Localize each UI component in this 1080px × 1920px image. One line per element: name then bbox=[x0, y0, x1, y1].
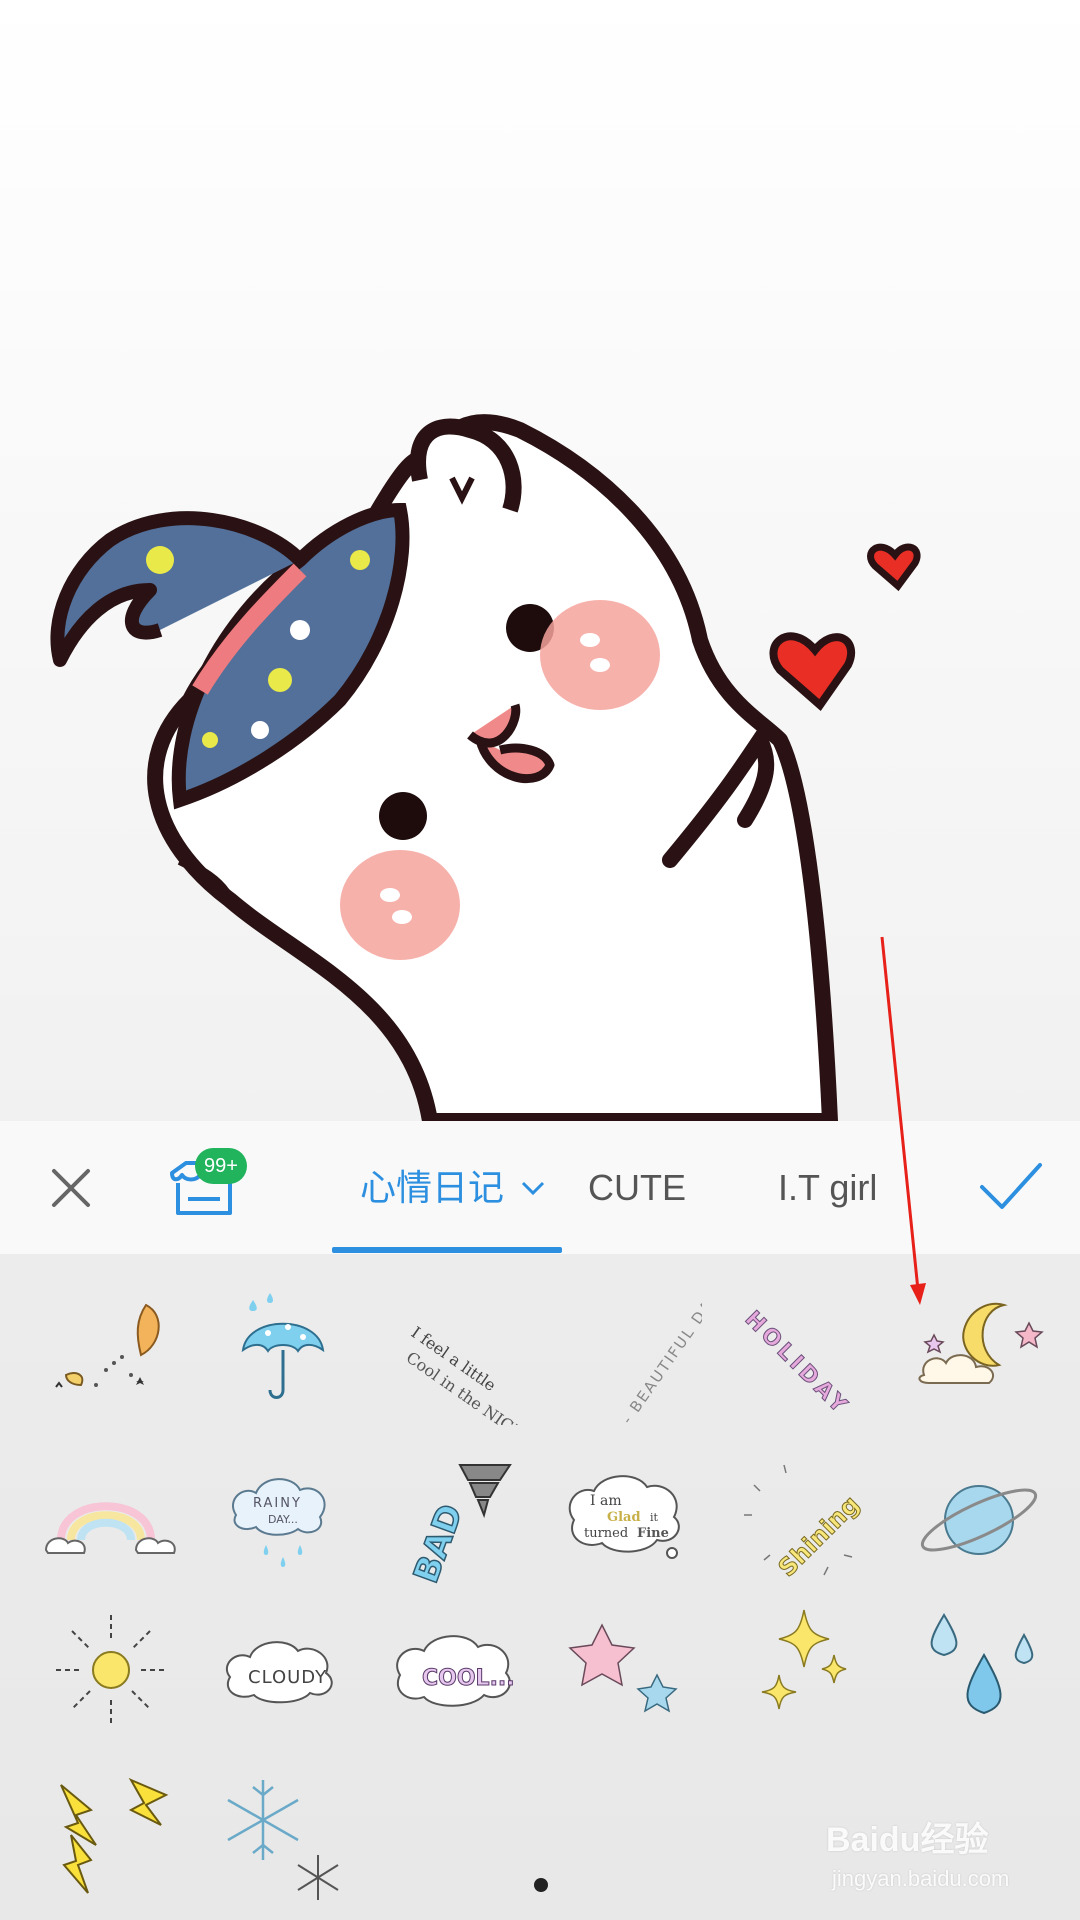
svg-text:Glad: Glad bbox=[607, 1510, 641, 1525]
tab-it-girl[interactable]: I.T girl bbox=[778, 1121, 877, 1254]
sticker-raindrops[interactable] bbox=[904, 1595, 1054, 1745]
sticker-cool-cloud[interactable]: COOL... bbox=[380, 1595, 530, 1745]
store-badge: 99+ bbox=[195, 1148, 247, 1184]
svg-text:COOL...: COOL... bbox=[422, 1666, 515, 1691]
snowflake-sticker-icon bbox=[227, 1780, 339, 1900]
sticker-feel-little-cool[interactable]: I feel a little Cool in the NIGHT. bbox=[380, 1275, 540, 1452]
sticker-rainbow[interactable] bbox=[36, 1445, 186, 1595]
sparkles-sticker-icon bbox=[761, 1609, 847, 1710]
sticker-lightning[interactable] bbox=[36, 1765, 186, 1915]
sticker-glad-cloud[interactable]: I am Glad it turned Fine bbox=[552, 1445, 702, 1595]
close-button[interactable] bbox=[40, 1157, 102, 1219]
raindrops-sticker-icon bbox=[930, 1613, 1034, 1715]
watermark-logo: Baidu经验 bbox=[826, 1821, 989, 1859]
sticker-holiday[interactable]: HOLIDAY bbox=[724, 1275, 874, 1425]
stars-sticker-icon bbox=[568, 1623, 678, 1713]
svg-text:BAD: BAD bbox=[406, 1499, 471, 1588]
svg-text:Shining: Shining bbox=[773, 1490, 865, 1582]
moon-cloud-sticker-icon bbox=[918, 1302, 1044, 1384]
watermark-url: jingyan.baidu.com bbox=[832, 1866, 1010, 1891]
rainy-day-sticker-icon: RAINY DAY... bbox=[232, 1478, 326, 1567]
svg-text:it: it bbox=[650, 1511, 659, 1524]
page-indicator-dot bbox=[534, 1878, 548, 1892]
tab-label: 心情日记 bbox=[360, 1167, 505, 1208]
svg-text:I am: I am bbox=[590, 1493, 622, 1509]
svg-text:Fine: Fine bbox=[637, 1526, 669, 1541]
tab-cute[interactable]: CUTE bbox=[588, 1121, 686, 1254]
sticker-beautiful-day[interactable]: - BEAUTIFUL DAY - bbox=[552, 1275, 731, 1428]
sticker-planet[interactable] bbox=[904, 1445, 1054, 1595]
active-tab-indicator bbox=[332, 1247, 562, 1253]
sticker-cloudy[interactable]: CLOUDY bbox=[208, 1595, 358, 1745]
photo-canvas bbox=[0, 0, 1080, 1121]
cool-cloud-sticker-icon: COOL... bbox=[396, 1635, 515, 1707]
svg-text:CLOUDY: CLOUDY bbox=[248, 1667, 327, 1688]
sticker-umbrella[interactable] bbox=[208, 1275, 358, 1425]
sticker-moon-cloud[interactable] bbox=[904, 1275, 1054, 1425]
sticker-snowflake[interactable] bbox=[208, 1765, 358, 1915]
chevron-down-icon bbox=[521, 1182, 545, 1196]
tab-mood-diary[interactable]: 心情日记 bbox=[332, 1121, 562, 1254]
svg-text:DAY...: DAY... bbox=[268, 1513, 298, 1526]
confirm-button[interactable] bbox=[978, 1159, 1044, 1215]
checkmark-icon bbox=[980, 1163, 1042, 1209]
cartoon-bear-image bbox=[50, 414, 921, 1121]
sticker-rainy-day[interactable]: RAINY DAY... bbox=[208, 1445, 358, 1595]
planet-sticker-icon bbox=[920, 1485, 1038, 1555]
svg-text:- BEAUTIFUL DAY -: - BEAUTIFUL DAY - bbox=[618, 1277, 702, 1425]
umbrella-sticker-icon bbox=[241, 1293, 325, 1399]
glad-cloud-sticker-icon: I am Glad it turned Fine bbox=[568, 1475, 680, 1559]
beautiful-day-sticker-icon: - BEAUTIFUL DAY - bbox=[618, 1277, 731, 1428]
svg-text:RAINY: RAINY bbox=[253, 1496, 302, 1511]
sticker-shining[interactable]: Shining bbox=[724, 1445, 874, 1595]
lightning-sticker-icon bbox=[60, 1777, 169, 1894]
sticker-stars[interactable] bbox=[552, 1595, 702, 1745]
close-icon bbox=[52, 1169, 90, 1207]
sticker-sparkles[interactable] bbox=[724, 1595, 874, 1745]
sticker-leaves[interactable] bbox=[36, 1275, 186, 1425]
sticker-bad-tornado[interactable]: BAD bbox=[380, 1445, 530, 1595]
feel-little-cool-sticker-icon: I feel a little Cool in the NIGHT. bbox=[403, 1323, 540, 1452]
sticker-toolbar: 99+ 心情日记 CUTE I.T girl bbox=[0, 1121, 1080, 1255]
svg-text:turned: turned bbox=[584, 1526, 628, 1541]
bad-tornado-sticker-icon: BAD bbox=[405, 1464, 512, 1589]
cloudy-sticker-icon: CLOUDY bbox=[225, 1641, 333, 1704]
svg-text:HOLIDAY: HOLIDAY bbox=[740, 1307, 854, 1421]
leaves-sticker-icon bbox=[55, 1303, 160, 1388]
sticker-sun[interactable] bbox=[36, 1595, 186, 1745]
holiday-sticker-icon: HOLIDAY bbox=[739, 1306, 854, 1421]
shining-sticker-icon: Shining bbox=[744, 1464, 865, 1583]
sun-sticker-icon bbox=[56, 1615, 166, 1725]
rainbow-sticker-icon bbox=[44, 1502, 176, 1554]
